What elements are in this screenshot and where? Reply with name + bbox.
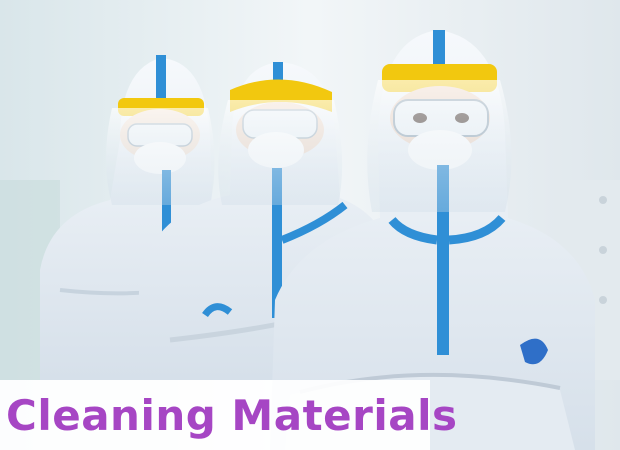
caption-banner: Cleaning Materials	[0, 380, 457, 450]
cabinet-knob	[599, 246, 607, 254]
photo-scene: Cleaning Materials	[0, 0, 620, 450]
cabinet-knob	[599, 296, 607, 304]
caption-text: Cleaning Materials	[6, 390, 458, 440]
cabinet-knob	[599, 196, 607, 204]
